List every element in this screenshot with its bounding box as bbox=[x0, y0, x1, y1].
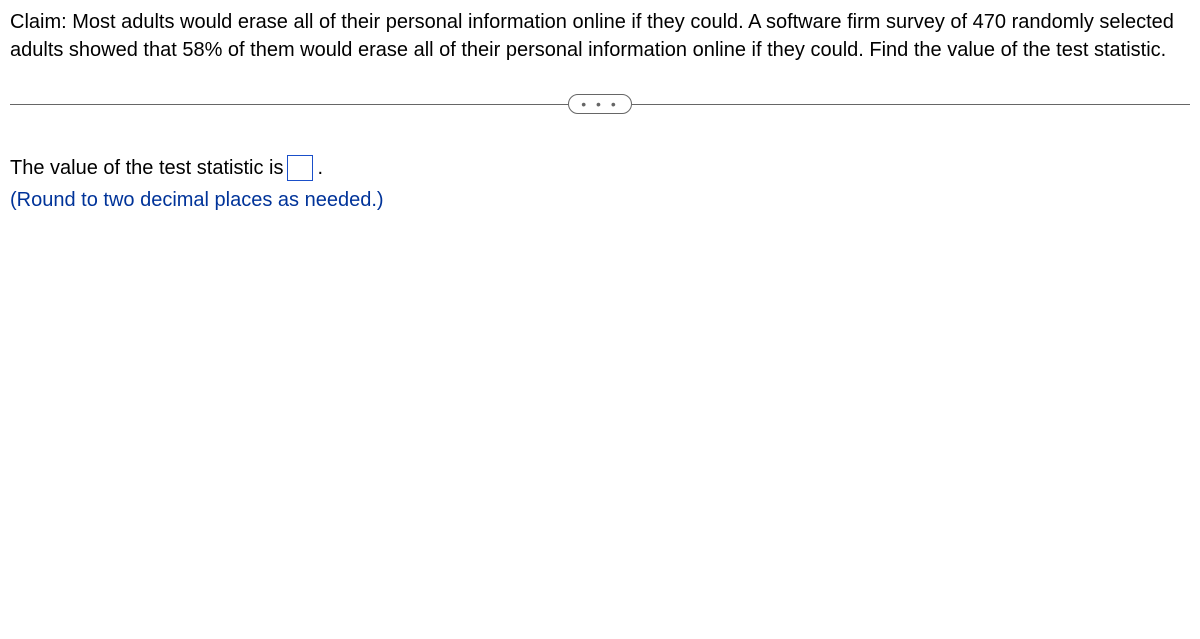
divider-line-right bbox=[632, 104, 1190, 105]
answer-line: The value of the test statistic is . bbox=[10, 154, 1190, 182]
test-statistic-input[interactable] bbox=[287, 155, 313, 181]
answer-suffix: . bbox=[317, 154, 323, 182]
rounding-instruction: (Round to two decimal places as needed.) bbox=[10, 186, 1190, 214]
more-options-pill[interactable]: • • • bbox=[568, 94, 631, 114]
divider-line-left bbox=[10, 104, 568, 105]
divider-row: • • • bbox=[10, 94, 1190, 114]
question-text: Claim: Most adults would erase all of th… bbox=[10, 8, 1190, 64]
answer-area: The value of the test statistic is . (Ro… bbox=[10, 154, 1190, 214]
answer-prefix: The value of the test statistic is bbox=[10, 154, 283, 182]
